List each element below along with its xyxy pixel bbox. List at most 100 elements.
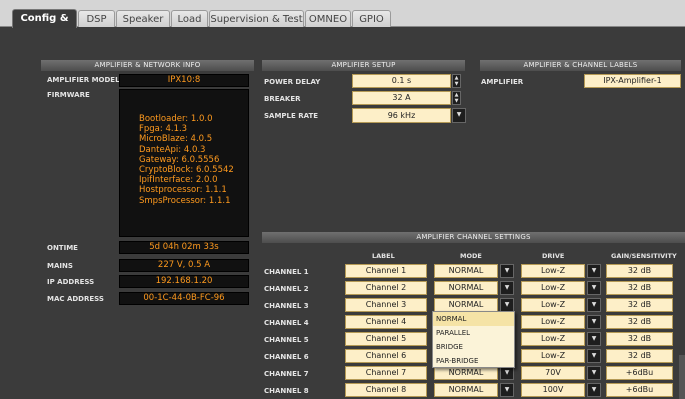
mains-value: 227 V, 0.5 A	[119, 259, 249, 272]
firmware-line: IpifInterface: 2.0.0	[139, 175, 218, 186]
channel-6-drive-select[interactable]: Low-Z	[521, 349, 585, 363]
chevron-down-icon[interactable]: ▼	[500, 366, 514, 380]
channel-5-name: CHANNEL 5	[264, 336, 309, 344]
chevron-down-icon[interactable]: ▼	[587, 349, 601, 363]
channel-3-gain-field[interactable]: 32 dB	[606, 298, 673, 312]
menu-item-parallel[interactable]: PARALLEL	[433, 326, 514, 340]
channel-8-name: CHANNEL 8	[264, 387, 309, 395]
channel-4-gain-field[interactable]: 32 dB	[606, 315, 673, 329]
channel-1-drive-select[interactable]: Low-Z	[521, 264, 585, 278]
power-delay-label: POWER DELAY	[264, 78, 321, 86]
firmware-label: FIRMWARE	[47, 91, 90, 99]
channel-2-gain-field[interactable]: 32 dB	[606, 281, 673, 295]
channel-1-label-field[interactable]: Channel 1	[345, 264, 427, 278]
channel-7-drive-select[interactable]: 70V	[521, 366, 585, 380]
amp-model-label: AMPLIFIER MODEL	[47, 76, 120, 84]
chevron-down-icon[interactable]: ▼	[587, 264, 601, 278]
ontime-label: ONTIME	[47, 244, 78, 252]
ip-address-value: 192.168.1.20	[119, 275, 249, 288]
channel-5-gain-field[interactable]: 32 dB	[606, 332, 673, 346]
channel-7-label-field[interactable]: Channel 7	[345, 366, 427, 380]
channel-7-mode-select[interactable]: NORMAL	[434, 366, 498, 380]
channel-settings-header: AMPLIFIER CHANNEL SETTINGS	[262, 232, 685, 243]
tab-supervision-test[interactable]: Supervision & Test	[209, 10, 304, 27]
column-gain-header: GAIN/SENSITIVITY	[611, 252, 677, 260]
tab-load[interactable]: Load	[171, 10, 208, 27]
channel-5-drive-select[interactable]: Low-Z	[521, 332, 585, 346]
chevron-down-icon[interactable]: ▼	[452, 108, 466, 123]
channel-1-mode-select[interactable]: NORMAL	[434, 264, 498, 278]
firmware-versions: Bootloader: 1.0.0 Fpga: 4.1.3 MicroBlaze…	[119, 89, 249, 237]
channel-2-drive-select[interactable]: Low-Z	[521, 281, 585, 295]
tab-speaker[interactable]: Speaker	[116, 10, 170, 27]
channel-3-name: CHANNEL 3	[264, 302, 309, 310]
breaker-label: BREAKER	[264, 95, 301, 103]
mode-dropdown-menu: NORMAL PARALLEL BRIDGE PAR-BRIDGE	[432, 311, 515, 368]
channel-4-label-field[interactable]: Channel 4	[345, 315, 427, 329]
channel-1-gain-field[interactable]: 32 dB	[606, 264, 673, 278]
channel-8-mode-select[interactable]: NORMAL	[434, 383, 498, 397]
down-arrow-icon[interactable]: ▼	[453, 81, 460, 87]
channel-8-label-field[interactable]: Channel 8	[345, 383, 427, 397]
tab-config-info[interactable]: Config & Info	[12, 9, 77, 41]
menu-item-normal[interactable]: NORMAL	[433, 312, 514, 326]
chevron-down-icon[interactable]: ▼	[500, 281, 514, 295]
channel-2-mode-select[interactable]: NORMAL	[434, 281, 498, 295]
power-delay-field[interactable]: 0.1 s	[352, 74, 451, 88]
tab-omneo[interactable]: OMNEO	[305, 10, 351, 27]
channel-7-gain-field[interactable]: +6dBu	[606, 366, 673, 380]
chevron-down-icon[interactable]: ▼	[500, 264, 514, 278]
chevron-down-icon[interactable]: ▼	[587, 366, 601, 380]
firmware-line: CryptoBlock: 6.0.5542	[139, 165, 234, 176]
channel-7-name: CHANNEL 7	[264, 370, 309, 378]
firmware-line: Bootloader: 1.0.0	[139, 114, 213, 124]
channel-6-name: CHANNEL 6	[264, 353, 309, 361]
down-arrow-icon[interactable]: ▼	[453, 98, 460, 104]
chevron-down-icon[interactable]: ▼	[500, 383, 514, 397]
channel-6-gain-field[interactable]: 32 dB	[606, 349, 673, 363]
chevron-down-icon[interactable]: ▼	[587, 383, 601, 397]
channel-2-name: CHANNEL 2	[264, 285, 309, 293]
ip-address-label: IP ADDRESS	[47, 278, 95, 286]
column-label-header: LABEL	[372, 252, 395, 260]
sample-rate-select[interactable]: 96 kHz	[352, 108, 451, 123]
menu-item-par-bridge[interactable]: PAR-BRIDGE	[433, 354, 514, 368]
power-delay-spinner[interactable]: ▲ ▼	[452, 74, 461, 88]
breaker-field[interactable]: 32 A	[352, 91, 451, 105]
channel-3-label-field[interactable]: Channel 3	[345, 298, 427, 312]
channel-3-drive-select[interactable]: Low-Z	[521, 298, 585, 312]
channel-8-gain-field[interactable]: +6dBu	[606, 383, 673, 397]
channel-4-drive-select[interactable]: Low-Z	[521, 315, 585, 329]
channel-6-label-field[interactable]: Channel 6	[345, 349, 427, 363]
chevron-down-icon[interactable]: ▼	[500, 298, 514, 312]
chevron-down-icon[interactable]: ▼	[587, 332, 601, 346]
vertical-scrollbar[interactable]	[679, 355, 685, 399]
channel-2-label-field[interactable]: Channel 2	[345, 281, 427, 295]
chevron-down-icon[interactable]: ▼	[587, 315, 601, 329]
amp-setup-header: AMPLIFIER SETUP	[262, 60, 465, 71]
firmware-line: SmpsProcessor: 1.1.1	[139, 195, 231, 206]
tab-gpio[interactable]: GPIO	[352, 10, 391, 27]
column-mode-header: MODE	[460, 252, 482, 260]
channel-3-mode-select[interactable]: NORMAL	[434, 298, 498, 312]
amp-network-info-header: AMPLIFIER & NETWORK INFO	[41, 60, 254, 71]
amp-model-value: IPX10:8	[119, 74, 249, 87]
tab-dsp[interactable]: DSP	[78, 10, 115, 27]
sample-rate-label: SAMPLE RATE	[264, 112, 319, 120]
amp-channel-labels-header: AMPLIFIER & CHANNEL LABELS	[480, 60, 681, 71]
amplifier-name-label: AMPLIFIER	[481, 78, 524, 86]
channel-5-label-field[interactable]: Channel 5	[345, 332, 427, 346]
chevron-down-icon[interactable]: ▼	[587, 281, 601, 295]
amplifier-name-field[interactable]: IPX-Amplifier-1	[584, 74, 681, 88]
mac-address-value: 00-1C-44-0B-FC-96	[119, 292, 249, 305]
menu-item-bridge[interactable]: BRIDGE	[433, 340, 514, 354]
breaker-spinner[interactable]: ▲ ▼	[452, 91, 461, 105]
channel-4-name: CHANNEL 4	[264, 319, 309, 327]
column-drive-header: DRIVE	[542, 252, 565, 260]
chevron-down-icon[interactable]: ▼	[587, 298, 601, 312]
firmware-line: MicroBlaze: 4.0.5	[139, 134, 213, 145]
mac-address-label: MAC ADDRESS	[47, 295, 104, 303]
firmware-line: DanteApi: 4.0.3	[139, 144, 206, 155]
channel-8-drive-select[interactable]: 100V	[521, 383, 585, 397]
firmware-line: Fpga: 4.1.3	[139, 124, 188, 135]
